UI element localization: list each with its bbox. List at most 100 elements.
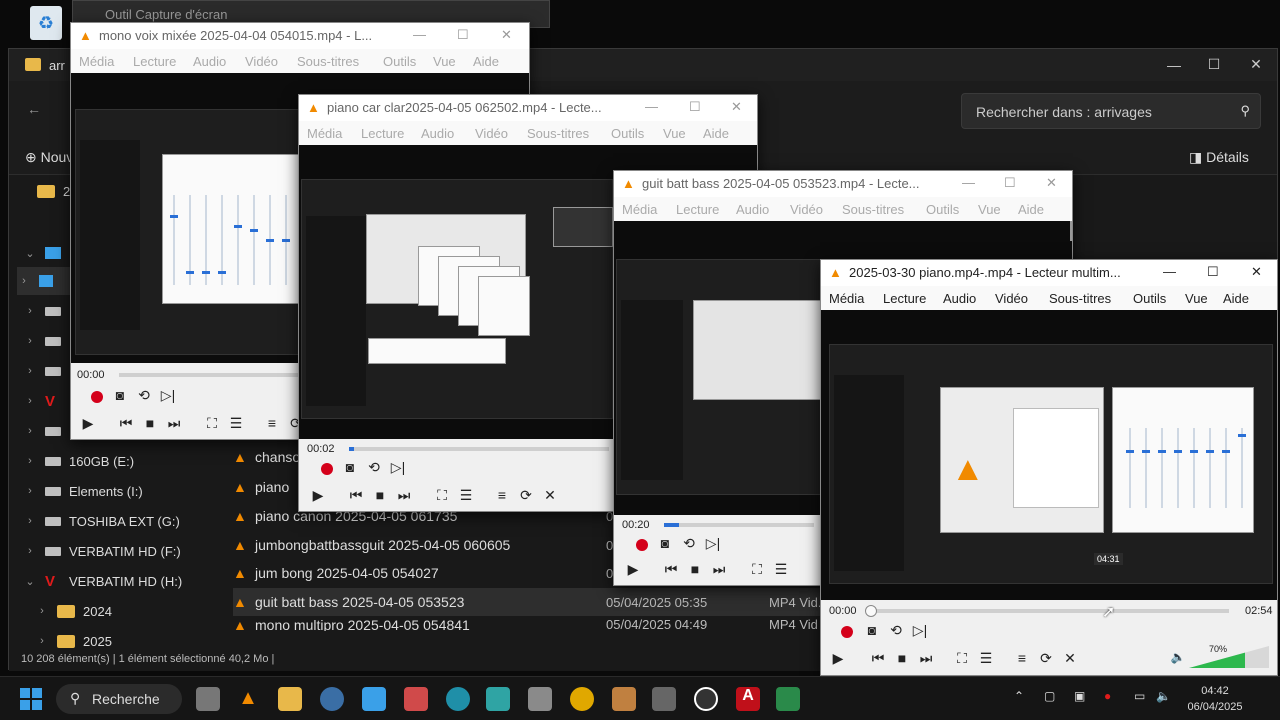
acrobat-icon[interactable]: A <box>736 687 760 711</box>
sidebar-item-elements[interactable]: › Elements (I:) <box>23 477 213 505</box>
minimize-button[interactable]: — <box>413 27 426 42</box>
menu-lecture[interactable]: Lecture <box>133 54 176 69</box>
close-button[interactable]: ✕ <box>1046 175 1057 191</box>
seek-bar[interactable] <box>664 523 814 527</box>
menu-audio[interactable]: Audio <box>193 54 226 69</box>
menu-subtitles[interactable]: Sous-titres <box>297 54 359 69</box>
fullscreen-icon[interactable]: ⛶ <box>748 561 766 578</box>
menu-help[interactable]: Aide <box>473 54 499 69</box>
previous-icon[interactable]: ⏮ <box>662 561 680 578</box>
menu-subtitles[interactable]: Sous-titres <box>842 202 904 217</box>
equalizer-icon[interactable]: ☰ <box>772 561 790 578</box>
chrome-icon[interactable] <box>570 687 594 711</box>
menu-help[interactable]: Aide <box>1223 291 1249 306</box>
snapshot-icon[interactable]: ◙ <box>111 387 129 403</box>
next-icon[interactable]: ⏭ <box>165 415 183 432</box>
menu-view[interactable]: Vue <box>978 202 1001 217</box>
frame-step-icon[interactable]: ▷| <box>704 535 722 552</box>
fullscreen-icon[interactable]: ⛶ <box>953 650 971 667</box>
previous-icon[interactable]: ⏮ <box>117 415 135 432</box>
settings-icon[interactable] <box>320 687 344 711</box>
minimize-button[interactable]: — <box>645 99 658 114</box>
tray-icon[interactable]: ▢ <box>1044 689 1055 703</box>
loop-ab-icon[interactable]: ⟲ <box>135 387 153 404</box>
stop-icon[interactable]: ■ <box>141 415 159 431</box>
start-button[interactable] <box>20 688 42 710</box>
snapshot-icon[interactable]: ◙ <box>656 535 674 551</box>
menu-subtitles[interactable]: Sous-titres <box>1049 291 1111 306</box>
notepad-icon[interactable] <box>486 687 510 711</box>
menu-audio[interactable]: Audio <box>736 202 769 217</box>
recycle-bin-icon[interactable]: ♻ <box>30 6 62 40</box>
play-button[interactable]: ▶ <box>79 415 97 432</box>
shuffle-icon[interactable]: ✕ <box>541 487 559 504</box>
next-icon[interactable]: ⏭ <box>917 650 935 667</box>
record-button[interactable] <box>91 391 103 403</box>
media-icon[interactable] <box>652 687 676 711</box>
speaker-icon[interactable]: 🔈 <box>1169 650 1187 664</box>
details-button[interactable]: ◨ Détails <box>1189 149 1249 166</box>
playlist-icon[interactable]: ≡ <box>493 487 511 503</box>
menu-audio[interactable]: Audio <box>943 291 976 306</box>
menu-video[interactable]: Vidéo <box>790 202 823 217</box>
fullscreen-icon[interactable]: ⛶ <box>433 487 451 504</box>
stop-icon[interactable]: ■ <box>893 650 911 666</box>
play-button[interactable]: ▶ <box>309 487 327 504</box>
play-button[interactable]: ▶ <box>829 650 847 667</box>
volume-slider[interactable] <box>1189 646 1269 668</box>
next-icon[interactable]: ⏭ <box>395 487 413 504</box>
maximize-button[interactable]: ☐ <box>1207 264 1219 280</box>
tray-icon[interactable]: ● <box>1104 689 1111 703</box>
minimize-button[interactable]: — <box>1163 264 1176 279</box>
menu-audio[interactable]: Audio <box>421 126 454 141</box>
loop-ab-icon[interactable]: ⟲ <box>680 535 698 552</box>
previous-icon[interactable]: ⏮ <box>347 487 365 504</box>
tray-chevron-icon[interactable]: ⌃ <box>1014 689 1024 703</box>
menu-lecture[interactable]: Lecture <box>883 291 926 306</box>
stop-icon[interactable]: ■ <box>371 487 389 503</box>
record-button[interactable] <box>321 463 333 475</box>
close-button[interactable]: ✕ <box>1251 264 1262 280</box>
stop-icon[interactable]: ■ <box>686 561 704 577</box>
sidebar-item-verbatim-h[interactable]: ⌄ V VERBATIM HD (H:) <box>23 567 213 595</box>
previous-icon[interactable]: ⏮ <box>869 650 887 667</box>
edge-icon[interactable] <box>446 687 470 711</box>
menu-view[interactable]: Vue <box>433 54 456 69</box>
player-icon[interactable] <box>694 687 718 711</box>
seek-handle[interactable] <box>865 605 877 617</box>
next-icon[interactable]: ⏭ <box>710 561 728 578</box>
menu-tools[interactable]: Outils <box>1133 291 1166 306</box>
menu-media[interactable]: Média <box>829 291 864 306</box>
playlist-icon[interactable]: ≡ <box>263 415 281 431</box>
menu-view[interactable]: Vue <box>1185 291 1208 306</box>
play-button[interactable]: ▶ <box>624 561 642 578</box>
close-button[interactable]: ✕ <box>501 27 512 43</box>
menu-lecture[interactable]: Lecture <box>361 126 404 141</box>
minimize-button[interactable]: — <box>1159 57 1189 73</box>
taskbar-search[interactable]: ⚲ Recherche <box>56 684 182 714</box>
file-row-selected[interactable]: ▲ guit batt bass 2025-04-05 053523 05/04/2… <box>233 588 833 616</box>
maximize-button[interactable]: ☐ <box>1199 56 1229 73</box>
equalizer-icon[interactable]: ☰ <box>457 487 475 504</box>
app-icon[interactable] <box>776 687 800 711</box>
sidebar-item-verbatim-f[interactable]: › VERBATIM HD (F:) <box>23 537 213 565</box>
sidebar-item-160gb[interactable]: › 160GB (E:) <box>23 447 213 475</box>
playlist-icon[interactable]: ≡ <box>1013 650 1031 666</box>
menu-view[interactable]: Vue <box>663 126 686 141</box>
menu-help[interactable]: Aide <box>703 126 729 141</box>
menu-media[interactable]: Média <box>79 54 114 69</box>
loop-ab-icon[interactable]: ⟲ <box>365 459 383 476</box>
close-button[interactable]: ✕ <box>1241 56 1271 73</box>
back-arrow-icon[interactable]: ← <box>27 101 41 117</box>
sidebar-item-2024[interactable]: › 2024 <box>35 597 225 625</box>
menu-video[interactable]: Vidéo <box>245 54 278 69</box>
menu-subtitles[interactable]: Sous-titres <box>527 126 589 141</box>
equalizer-icon[interactable]: ☰ <box>227 415 245 432</box>
fullscreen-icon[interactable]: ⛶ <box>203 415 221 432</box>
seek-bar[interactable] <box>869 609 1229 613</box>
vlc-window-active[interactable]: ▲ 2025-03-30 piano.mp4-.mp4 - Lecteur mu… <box>820 259 1278 676</box>
shuffle-icon[interactable]: ✕ <box>1061 650 1079 667</box>
snapshot-icon[interactable]: ◙ <box>341 459 359 475</box>
minimize-button[interactable]: — <box>962 175 975 190</box>
menu-media[interactable]: Média <box>622 202 657 217</box>
